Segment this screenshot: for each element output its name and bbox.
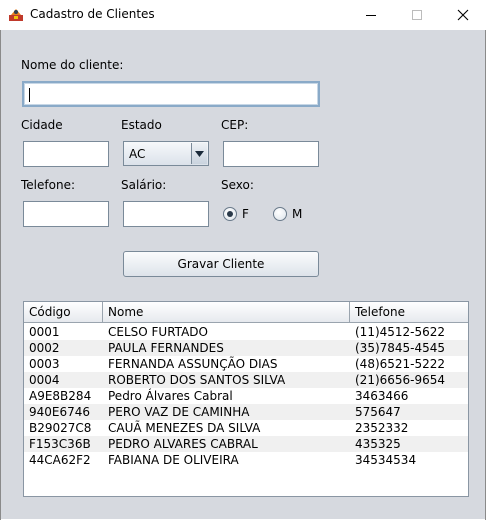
- radio-selected-dot: [227, 211, 233, 217]
- chevron-down-icon: [195, 150, 204, 157]
- table-row[interactable]: 0004 ROBERTO DOS SANTOS SILVA (21)6656-9…: [24, 372, 468, 388]
- estado-label: Estado: [121, 118, 162, 132]
- cell-telefone: (48)6521-5222: [355, 357, 446, 371]
- cell-nome: Pedro Álvares Cabral: [108, 389, 233, 403]
- cell-codigo: 0004: [29, 373, 60, 387]
- cell-telefone: 575647: [355, 405, 401, 419]
- cell-codigo: F153C36B: [29, 437, 91, 451]
- table-row[interactable]: F153C36B PEDRO ALVARES CABRAL 435325: [24, 436, 468, 452]
- sexo-f-label[interactable]: F: [242, 207, 249, 221]
- table-row[interactable]: A9E8B284 Pedro Álvares Cabral 3463466: [24, 388, 468, 404]
- sexo-m-radio[interactable]: [273, 207, 287, 221]
- minimize-icon: [366, 15, 376, 16]
- table-row[interactable]: 0002 PAULA FERNANDES (35)7845-4545: [24, 340, 468, 356]
- cell-nome: CAUÃ MENEZES DA SILVA: [108, 421, 261, 435]
- table-row[interactable]: 940E6746 PERO VAZ DE CAMINHA 575647: [24, 404, 468, 420]
- cep-input[interactable]: [223, 141, 319, 167]
- table-header: Código Nome Telefone: [24, 302, 468, 323]
- cell-nome: PERO VAZ DE CAMINHA: [108, 405, 250, 419]
- cell-telefone: 435325: [355, 437, 401, 451]
- maximize-icon: [412, 10, 422, 20]
- cell-codigo: A9E8B284: [29, 389, 92, 403]
- nome-label: Nome do cliente:: [21, 58, 124, 72]
- cidade-input[interactable]: [23, 141, 109, 167]
- cell-nome: PAULA FERNANDES: [108, 341, 224, 355]
- cell-codigo: 0003: [29, 357, 60, 371]
- column-header-telefone[interactable]: Telefone: [355, 305, 405, 319]
- dropdown-button[interactable]: [191, 143, 207, 164]
- close-button[interactable]: [440, 0, 486, 30]
- cell-telefone: (11)4512-5622: [355, 325, 446, 339]
- cell-telefone: 3463466: [355, 389, 409, 403]
- cell-nome: FABIANA DE OLIVEIRA: [108, 453, 239, 467]
- telefone-label: Telefone:: [21, 178, 75, 192]
- window-title: Cadastro de Clientes: [30, 7, 155, 21]
- cell-nome: PEDRO ALVARES CABRAL: [108, 437, 258, 451]
- cidade-label: Cidade: [21, 118, 63, 132]
- cell-codigo: 0002: [29, 341, 60, 355]
- close-icon: [457, 9, 469, 21]
- cell-telefone: (21)6656-9654: [355, 373, 446, 387]
- cell-nome: CELSO FURTADO: [108, 325, 208, 339]
- sexo-m-label[interactable]: M: [292, 207, 302, 221]
- salario-input[interactable]: [123, 201, 209, 227]
- sexo-f-radio[interactable]: [223, 207, 237, 221]
- clientes-table[interactable]: Código Nome Telefone 0001 CELSO FURTADO …: [23, 301, 469, 497]
- sexo-label: Sexo:: [221, 178, 254, 192]
- title-bar: Cadastro de Clientes: [0, 0, 487, 30]
- telefone-input[interactable]: [23, 201, 109, 227]
- cell-telefone: (35)7845-4545: [355, 341, 446, 355]
- cep-label: CEP:: [221, 118, 249, 132]
- minimize-button[interactable]: [348, 0, 394, 30]
- cell-nome: FERNANDA ASSUNÇÃO DIAS: [108, 357, 278, 371]
- text-caret: [29, 88, 30, 102]
- nome-input[interactable]: [22, 81, 320, 107]
- cell-nome: ROBERTO DOS SANTOS SILVA: [108, 373, 286, 387]
- cell-telefone: 2352332: [355, 421, 409, 435]
- table-row[interactable]: 44CA62F2 FABIANA DE OLIVEIRA 34534534: [24, 452, 468, 468]
- maximize-button[interactable]: [394, 0, 440, 30]
- cell-codigo: 940E6746: [29, 405, 91, 419]
- column-header-codigo[interactable]: Código: [29, 305, 71, 319]
- column-header-nome[interactable]: Nome: [108, 305, 143, 319]
- salario-label: Salário:: [121, 178, 167, 192]
- cell-telefone: 34534534: [355, 453, 417, 467]
- cell-codigo: B29027C8: [29, 421, 92, 435]
- gravar-cliente-button[interactable]: Gravar Cliente: [123, 251, 319, 277]
- cell-codigo: 44CA62F2: [29, 453, 91, 467]
- estado-select[interactable]: AC: [123, 141, 209, 166]
- column-divider[interactable]: [102, 302, 103, 322]
- estado-selected-value: AC: [129, 147, 146, 161]
- column-divider[interactable]: [349, 302, 350, 322]
- table-row[interactable]: B29027C8 CAUÃ MENEZES DA SILVA 2352332: [24, 420, 468, 436]
- table-empty-area: [24, 468, 468, 496]
- table-row[interactable]: 0003 FERNANDA ASSUNÇÃO DIAS (48)6521-522…: [24, 356, 468, 372]
- table-row[interactable]: 0001 CELSO FURTADO (11)4512-5622: [24, 324, 468, 340]
- java-app-icon: [8, 6, 24, 22]
- cell-codigo: 0001: [29, 325, 60, 339]
